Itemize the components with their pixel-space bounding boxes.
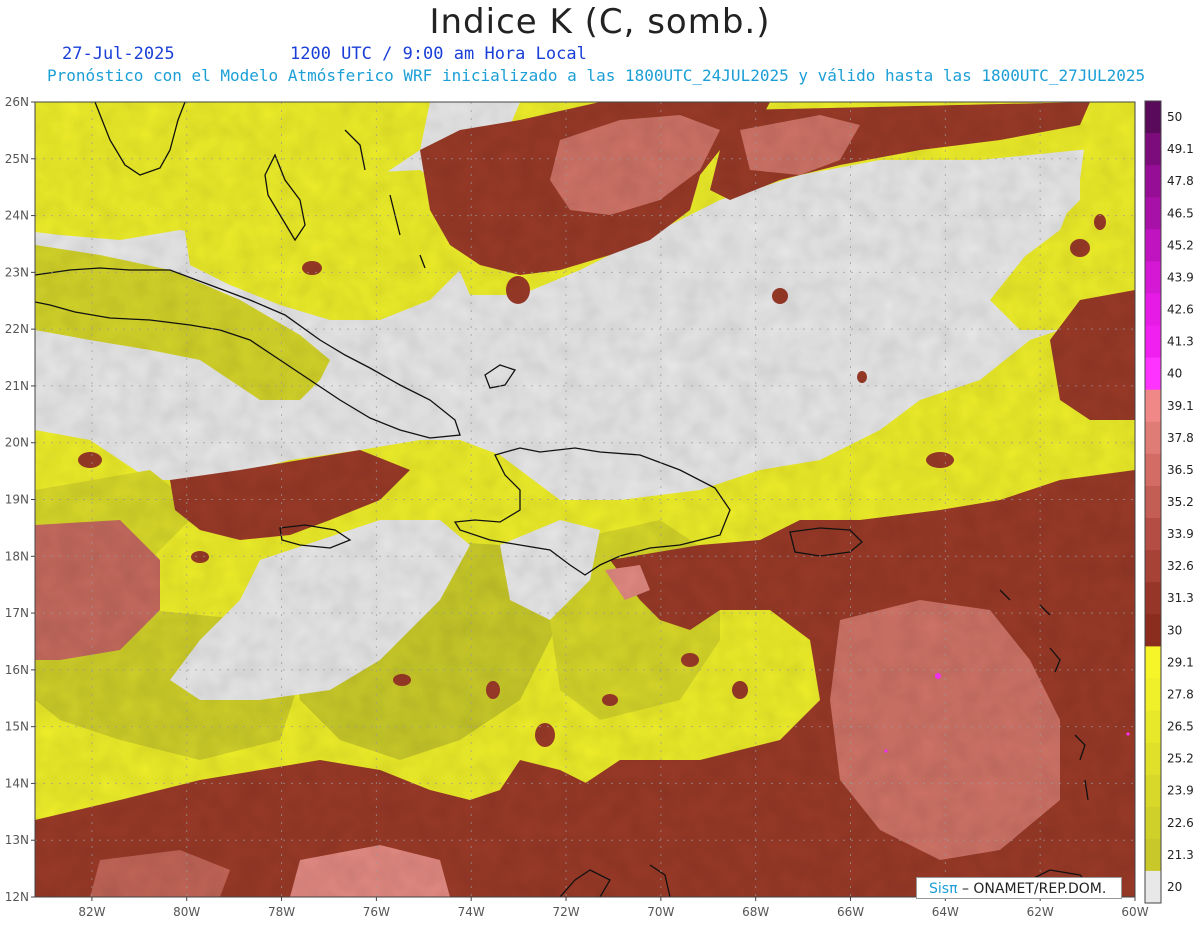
lon-axis: 82W 80W 78W 76W 74W 72W 70W 68W 66W 64W 62W 60W [78,897,1149,919]
lon-tick-label: 70W [647,905,674,919]
colorbar-label: 35.2 [1167,495,1194,509]
k-index-map: 26N 25N 24N 23N 22N 21N 20N 19N 18N 17N 16N 15N 14N 1… [5,95,1194,919]
plot-area [35,102,1135,897]
colorbar-label: 50 [1167,110,1182,124]
lon-tick-label: 76W [363,905,390,919]
colorbar-label: 36.5 [1167,463,1194,477]
colorbar-swatch [1145,133,1161,166]
lat-tick-label: 16N [5,663,29,677]
colorbar-swatch [1145,710,1161,744]
lon-tick-label: 82W [78,905,105,919]
colorbar-swatch [1145,678,1161,712]
lat-tick-label: 21N [5,379,29,393]
lat-tick-label: 12N [5,890,29,904]
colorbar-swatch [1145,838,1161,872]
colorbar-swatch [1145,197,1161,230]
colorbar-label: 33.9 [1167,527,1194,541]
colorbar-swatch [1145,614,1161,647]
colorbar-label: 23.9 [1167,784,1194,798]
colorbar-swatch [1145,806,1161,840]
colorbar-label: 39.1 [1167,399,1194,413]
colorbar-label: 29.1 [1167,655,1194,669]
colorbar-swatch [1145,293,1161,327]
colorbar-swatch [1145,774,1161,808]
colorbar-swatch [1145,325,1161,359]
colorbar-label: 42.6 [1167,303,1194,317]
lon-tick-label: 72W [552,905,579,919]
credit-brand: Sisπ [929,881,958,897]
colorbar-swatch [1145,261,1161,294]
lon-tick-label: 74W [458,905,485,919]
lon-tick-label: 66W [837,905,864,919]
colorbar-label: 27.8 [1167,687,1194,701]
colorbar-swatch [1145,389,1161,423]
credit-box: Sisπ – ONAMET/REP.DOM. [916,877,1122,899]
colorbar-label: 47.8 [1167,174,1194,188]
colorbar-label: 37.8 [1167,431,1194,445]
lon-tick-label: 68W [742,905,769,919]
colorbar-label: 45.2 [1167,238,1194,252]
colorbar-swatch [1145,421,1161,455]
colorbar: 50 49.1 47.8 46.5 45.2 43.9 42.6 41.3 40 39.1 37.8… [1144,100,1194,904]
lat-tick-label: 25N [5,152,29,166]
lat-tick-label: 23N [5,265,29,279]
colorbar-swatch [1145,485,1161,519]
lat-tick-label: 18N [5,549,29,563]
colorbar-swatch [1145,518,1161,551]
lat-tick-label: 26N [5,95,29,109]
colorbar-swatch [1145,582,1161,615]
lat-tick-label: 19N [5,493,29,507]
colorbar-swatch [1145,165,1161,198]
colorbar-swatch [1145,742,1161,776]
colorbar-label: 21.3 [1167,848,1194,862]
lat-tick-label: 14N [5,776,29,790]
colorbar-swatch [1145,453,1161,487]
lat-tick-label: 20N [5,436,29,450]
lon-tick-label: 80W [173,905,200,919]
lon-tick-label: 60W [1121,905,1148,919]
colorbar-label: 22.6 [1167,816,1194,830]
colorbar-label: 25.2 [1167,752,1194,766]
lat-axis: 26N 25N 24N 23N 22N 21N 20N 19N 18N 17N 16N 15N 14N 1… [5,95,35,904]
lat-tick-label: 24N [5,209,29,223]
colorbar-swatch [1145,101,1161,134]
colorbar-label: 43.9 [1167,270,1194,284]
lat-tick-label: 13N [5,833,29,847]
lon-tick-label: 62W [1027,905,1054,919]
colorbar-label: 41.3 [1167,335,1194,349]
lon-tick-label: 78W [268,905,295,919]
lat-tick-label: 22N [5,322,29,336]
colorbar-swatch [1145,870,1161,904]
texture-overlay [35,102,1135,897]
colorbar-label: 26.5 [1167,720,1194,734]
lat-tick-label: 17N [5,606,29,620]
colorbar-swatch [1145,357,1161,391]
lon-tick-label: 64W [932,905,959,919]
lat-tick-label: 15N [5,720,29,734]
colorbar-label: 30 [1167,623,1182,637]
colorbar-label: 20 [1167,880,1182,894]
colorbar-swatch [1145,646,1161,679]
colorbar-label: 40 [1167,367,1182,381]
colorbar-label: 31.3 [1167,591,1194,605]
colorbar-label: 46.5 [1167,206,1194,220]
colorbar-label: 49.1 [1167,142,1194,156]
colorbar-swatch [1145,229,1161,262]
colorbar-swatch [1145,550,1161,583]
colorbar-label: 32.6 [1167,559,1194,573]
credit-text: – ONAMET/REP.DOM. [961,881,1107,897]
